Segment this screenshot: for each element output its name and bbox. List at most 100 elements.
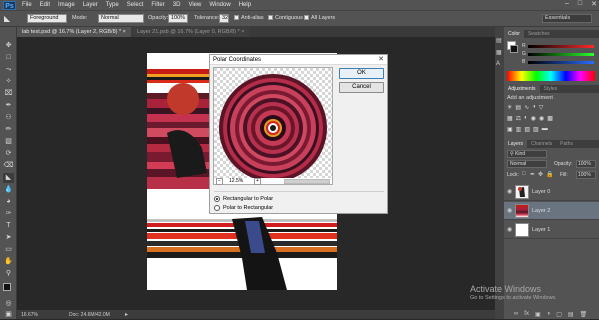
layer-opacity-input[interactable]: 100% — [576, 160, 596, 168]
selective-color-icon[interactable]: ▨ — [533, 126, 539, 133]
fill-input[interactable]: 100% — [576, 171, 596, 179]
tab-channels[interactable]: Channels — [527, 140, 556, 148]
layer-name[interactable]: Layer 1 — [532, 227, 550, 233]
path-selection-tool-icon[interactable]: ➤ — [3, 233, 14, 243]
tab-lab-test[interactable]: lab test.psd @ 16.7% (Layer 2, RGB/8) * … — [17, 27, 131, 37]
opacity-input[interactable]: 100% — [168, 14, 188, 23]
quick-select-tool-icon[interactable]: ✧ — [3, 77, 14, 87]
vibrance-icon[interactable]: ▽ — [539, 104, 544, 111]
menu-3d[interactable]: 3D — [173, 2, 181, 8]
tolerance-input[interactable]: 32 — [219, 14, 229, 23]
shape-tool-icon[interactable]: ▭ — [3, 245, 14, 255]
add-mask-icon[interactable]: ▣ — [535, 311, 541, 318]
layer-row-layer-2[interactable]: ◉ Layer 2 — [504, 202, 599, 220]
antialias-checkbox[interactable]: Anti-alias — [234, 15, 264, 21]
levels-icon[interactable]: ▤ — [515, 104, 521, 111]
layer-row-layer-1[interactable]: ◉ Layer 1 — [504, 221, 599, 239]
layer-filter-select[interactable]: ⚲ Kind — [507, 150, 547, 158]
lock-all-icon[interactable]: 🔒 — [546, 171, 553, 178]
maximize-icon[interactable]: □ — [578, 0, 582, 8]
menu-select[interactable]: Select — [127, 2, 144, 8]
color-panel-fg-swatch[interactable] — [510, 45, 518, 53]
color-lookup-icon[interactable]: ▩ — [547, 115, 553, 122]
menu-edit[interactable]: Edit — [40, 2, 50, 8]
gradient-map-icon[interactable]: ▬ — [542, 126, 548, 133]
contiguous-checkbox[interactable]: Contiguous — [268, 15, 303, 21]
green-slider[interactable] — [528, 53, 594, 56]
move-tool-icon[interactable]: ✥ — [3, 41, 14, 51]
brush-tool-icon[interactable]: ✏ — [3, 125, 14, 135]
close-icon[interactable]: ✕ — [591, 0, 597, 8]
layer-style-icon[interactable]: fx — [524, 311, 529, 318]
quick-mask-icon[interactable]: ◎ — [3, 299, 14, 309]
eraser-tool-icon[interactable]: ⌫ — [3, 161, 14, 171]
menu-view[interactable]: View — [188, 2, 201, 8]
eye-icon[interactable]: ◉ — [507, 226, 512, 233]
link-layers-icon[interactable]: ∞ — [514, 311, 518, 318]
threshold-icon[interactable]: ▧ — [524, 126, 530, 133]
history-panel-icon[interactable]: ▤ — [496, 37, 502, 44]
new-group-icon[interactable]: ▢ — [556, 311, 562, 318]
posterize-icon[interactable]: ▥ — [516, 126, 522, 133]
tab-adjustments[interactable]: Adjustments — [504, 85, 540, 93]
menu-file[interactable]: File — [22, 2, 32, 8]
color-balance-icon[interactable]: ⚖ — [516, 115, 521, 122]
black-white-icon[interactable]: ◐ — [524, 115, 528, 122]
zoom-out-button[interactable]: − — [216, 178, 223, 185]
marquee-tool-icon[interactable]: □ — [3, 53, 14, 63]
lock-brush-icon[interactable]: ✒ — [530, 171, 535, 178]
paint-bucket-tool-icon[interactable]: ◣ — [3, 173, 14, 183]
menu-filter[interactable]: Filter — [151, 2, 164, 8]
adjustment-layer-icon[interactable]: ◑ — [547, 311, 551, 318]
blue-slider[interactable] — [528, 61, 594, 64]
new-layer-icon[interactable]: ▤ — [568, 311, 574, 318]
mode-select[interactable]: Normal — [98, 14, 144, 23]
properties-panel-icon[interactable]: ▦ — [496, 49, 502, 56]
brightness-icon[interactable]: ☀ — [507, 104, 512, 111]
close-tab-icon[interactable]: × — [241, 29, 244, 35]
tab-color[interactable]: Color — [504, 30, 524, 38]
type-tool-icon[interactable]: T — [3, 221, 14, 231]
tab-swatches[interactable]: Swatches — [524, 30, 554, 38]
crop-tool-icon[interactable]: ⌧ — [3, 89, 14, 99]
polar-to-rect-option[interactable]: Polar to Rectangular — [214, 203, 384, 212]
channel-mixer-icon[interactable]: ◉ — [539, 115, 544, 122]
tab-paths[interactable]: Paths — [556, 140, 577, 148]
menu-image[interactable]: Image — [58, 2, 75, 8]
lasso-tool-icon[interactable]: ⤳ — [3, 65, 14, 75]
layer-row-layer-0[interactable]: ◉ Layer 0 — [504, 183, 599, 201]
healing-brush-tool-icon[interactable]: ⚇ — [3, 113, 14, 123]
paint-bucket-icon[interactable]: ◣ — [4, 14, 10, 23]
exposure-icon[interactable]: ◑ — [532, 104, 536, 111]
status-zoom[interactable]: 16.67% — [21, 312, 38, 318]
clone-stamp-tool-icon[interactable]: ▧ — [3, 137, 14, 147]
lock-pixels-icon[interactable]: □ — [522, 171, 526, 177]
history-brush-tool-icon[interactable]: ⟳ — [3, 149, 14, 159]
workspace-select[interactable]: Essentials — [542, 14, 592, 23]
tab-layers[interactable]: Layers — [504, 140, 528, 148]
menu-window[interactable]: Window — [209, 2, 230, 8]
minimize-icon[interactable]: – — [565, 0, 569, 8]
character-panel-icon[interactable]: A — [496, 61, 500, 67]
fill-source-select[interactable]: Foreground — [27, 14, 67, 23]
blend-mode-select[interactable]: Normal — [507, 160, 547, 168]
zoom-tool-icon[interactable]: ⚲ — [3, 269, 14, 279]
eye-icon[interactable]: ◉ — [507, 207, 512, 214]
close-tab-icon[interactable]: × — [123, 29, 126, 35]
menu-type[interactable]: Type — [106, 2, 119, 8]
cancel-button[interactable]: Cancel — [339, 82, 384, 93]
eyedropper-tool-icon[interactable]: ✒ — [3, 101, 14, 111]
dodge-tool-icon[interactable]: ◕ — [3, 197, 14, 207]
layer-name[interactable]: Layer 2 — [532, 208, 550, 214]
red-slider[interactable] — [528, 45, 594, 48]
color-spectrum[interactable] — [507, 71, 595, 81]
blur-tool-icon[interactable]: 💧 — [3, 185, 14, 195]
eye-icon[interactable]: ◉ — [507, 188, 512, 195]
invert-icon[interactable]: ▣ — [507, 126, 513, 133]
menu-layer[interactable]: Layer — [83, 2, 98, 8]
delete-layer-icon[interactable]: 🗑 — [580, 311, 588, 318]
hue-saturation-icon[interactable]: ▦ — [507, 115, 513, 122]
pen-tool-icon[interactable]: ✑ — [3, 209, 14, 219]
photo-filter-icon[interactable]: ◉ — [531, 115, 536, 122]
close-icon[interactable]: ✕ — [378, 55, 384, 65]
